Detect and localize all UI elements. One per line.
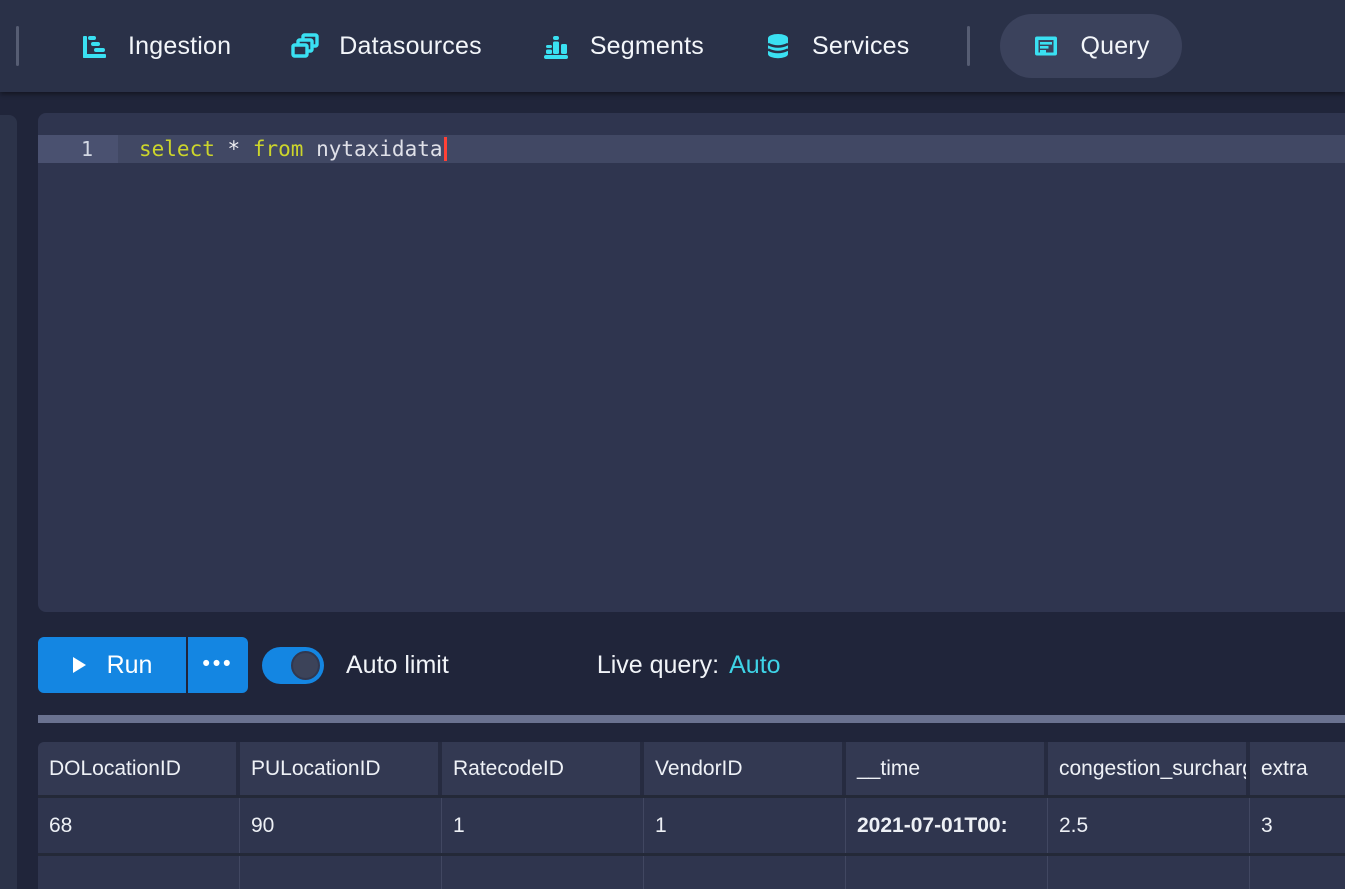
live-query-label: Live query:	[597, 651, 719, 680]
table-cell[interactable]: 1	[442, 798, 644, 853]
auto-limit-label: Auto limit	[346, 651, 449, 680]
table-cell[interactable]	[240, 856, 442, 889]
text-cursor	[444, 137, 447, 161]
services-icon	[764, 32, 792, 60]
live-query-value[interactable]: Auto	[729, 651, 780, 680]
nav-item-label: Segments	[590, 32, 704, 61]
table-cell[interactable]	[846, 856, 1048, 889]
table-cell[interactable]: 2.5	[1048, 798, 1250, 853]
table-cell[interactable]	[442, 856, 644, 889]
column-header[interactable]: extra	[1250, 742, 1345, 795]
play-icon	[72, 656, 87, 674]
live-query: Live query: Auto	[597, 651, 781, 680]
toggle-knob	[291, 651, 320, 680]
nav-item-query[interactable]: Query	[1000, 14, 1181, 78]
collapsed-side-panel[interactable]	[0, 115, 17, 889]
nav-item-label: Ingestion	[128, 32, 231, 61]
datasources-icon	[291, 32, 319, 60]
table-row: 68 90 1 1 2021-07-01T00: 2.5 3	[38, 798, 1345, 856]
query-icon	[1032, 32, 1060, 60]
editor-active-line[interactable]: 1 select * from nytaxidata	[38, 135, 1345, 163]
line-number: 1	[38, 135, 118, 163]
nav-item-datasources[interactable]: Datasources	[285, 14, 488, 78]
results-splitter-handle[interactable]	[38, 715, 1345, 723]
table-cell[interactable]: 68	[38, 798, 240, 853]
results-table: DOLocationID PULocationID RatecodeID Ven…	[38, 742, 1345, 889]
nav-divider	[967, 26, 970, 66]
column-header[interactable]: PULocationID	[240, 742, 442, 795]
table-cell[interactable]	[1048, 856, 1250, 889]
column-header[interactable]: __time	[846, 742, 1048, 795]
table-cell-time[interactable]: 2021-07-01T00:	[846, 798, 1048, 853]
query-controls: Run ••• Auto limit Live query: Auto	[38, 637, 781, 693]
segments-icon	[542, 32, 570, 60]
ingestion-icon	[80, 32, 108, 60]
table-cell[interactable]: 1	[644, 798, 846, 853]
sql-star: *	[228, 137, 241, 161]
run-button-label: Run	[107, 651, 153, 680]
nav-divider	[16, 26, 19, 66]
nav-item-segments[interactable]: Segments	[536, 14, 710, 78]
table-cell[interactable]: 3	[1250, 798, 1345, 853]
table-row	[38, 856, 1345, 889]
sql-code-line[interactable]: select * from nytaxidata	[118, 135, 1345, 163]
table-cell[interactable]	[644, 856, 846, 889]
top-nav: Ingestion Datasources	[0, 0, 1345, 92]
sql-table-name: nytaxidata	[316, 137, 442, 161]
more-options-icon: •••	[202, 653, 233, 678]
sql-editor[interactable]: 1 select * from nytaxidata	[38, 113, 1345, 612]
sql-keyword: from	[253, 137, 304, 161]
table-cell[interactable]	[1250, 856, 1345, 889]
nav-item-label: Datasources	[339, 32, 482, 61]
sql-keyword: select	[139, 137, 215, 161]
nav-item-label: Services	[812, 32, 909, 61]
column-header[interactable]: congestion_surcharge	[1048, 742, 1250, 795]
run-more-options-button[interactable]: •••	[188, 637, 248, 693]
table-cell[interactable]	[38, 856, 240, 889]
sql-space	[303, 137, 316, 161]
nav-item-label: Query	[1080, 32, 1149, 61]
sql-space	[240, 137, 253, 161]
column-header[interactable]: DOLocationID	[38, 742, 240, 795]
run-button[interactable]: Run	[38, 637, 186, 693]
results-header-row: DOLocationID PULocationID RatecodeID Ven…	[38, 742, 1345, 798]
table-cell[interactable]: 90	[240, 798, 442, 853]
sql-space	[215, 137, 228, 161]
auto-limit-toggle[interactable]	[262, 647, 324, 684]
column-header[interactable]: VendorID	[644, 742, 846, 795]
nav-item-services[interactable]: Services	[758, 14, 915, 78]
column-header[interactable]: RatecodeID	[442, 742, 644, 795]
nav-item-ingestion[interactable]: Ingestion	[74, 14, 237, 78]
